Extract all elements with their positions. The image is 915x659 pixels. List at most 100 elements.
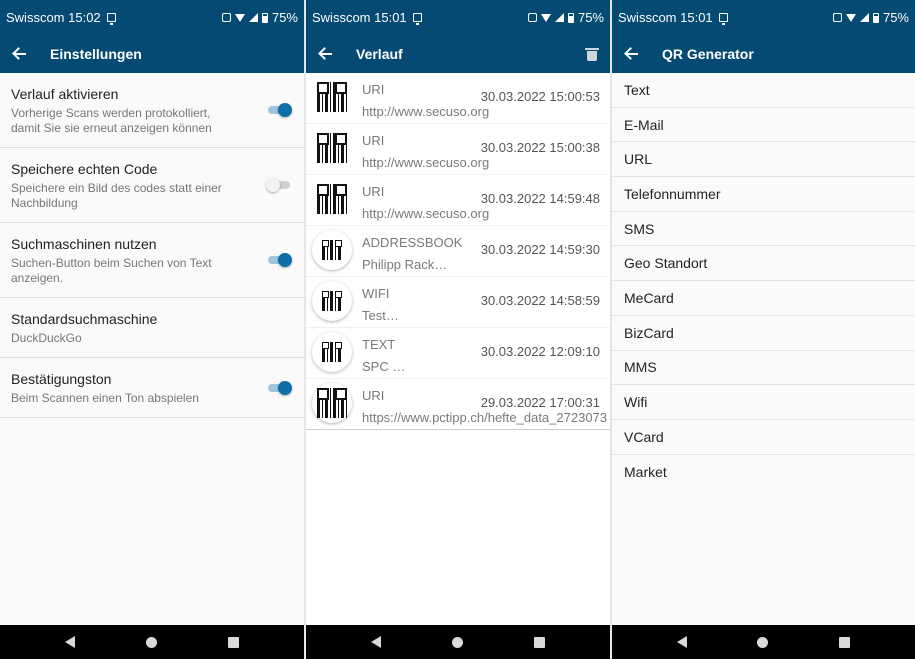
- nav-back-icon[interactable]: [65, 636, 76, 648]
- history-list: URI 30.03.2022 15:00:53 http://www.secus…: [306, 73, 610, 430]
- history-item[interactable]: TEXT 30.03.2022 12:09:10 SPC …: [306, 328, 610, 379]
- generator-item-wifi[interactable]: Wifi: [612, 385, 915, 420]
- history-type: WIFI: [362, 286, 390, 301]
- setting-confirmation-sound[interactable]: Bestätigungston Beim Scannen einen Ton a…: [0, 358, 304, 418]
- back-arrow-icon[interactable]: [318, 46, 334, 62]
- signal-icon: [859, 13, 869, 22]
- page-title: QR Generator: [662, 46, 754, 62]
- app-bar: Einstellungen: [0, 35, 304, 73]
- setting-title: Speichere echten Code: [11, 161, 158, 177]
- generator-item-sms[interactable]: SMS: [612, 212, 915, 247]
- setting-save-real-code[interactable]: Speichere echten Code Speichere ein Bild…: [0, 148, 304, 223]
- screenshot-collage: Swisscom 15:02 75% Einstellungen Verlauf…: [0, 0, 915, 659]
- qr-code-icon: [312, 332, 352, 372]
- generator-item-bizcard[interactable]: BizCard: [612, 316, 915, 351]
- nav-home-icon[interactable]: [451, 636, 463, 648]
- history-date: 30.03.2022 14:59:30: [480, 242, 600, 257]
- setting-title: Bestätigungston: [11, 371, 112, 387]
- history-item[interactable]: URI 30.03.2022 15:00:38 http://www.secus…: [306, 124, 610, 175]
- navigation-bar: [0, 625, 304, 659]
- nav-home-icon[interactable]: [757, 636, 769, 648]
- history-type: URI: [362, 133, 385, 148]
- settings-list: Verlauf aktivieren Vorherige Scans werde…: [0, 73, 304, 418]
- history-date: 30.03.2022 14:59:48: [480, 191, 600, 206]
- history-item[interactable]: URI 30.03.2022 14:59:48 http://www.secus…: [306, 175, 610, 226]
- setting-history-enable[interactable]: Verlauf aktivieren Vorherige Scans werde…: [0, 73, 304, 148]
- setting-default-search-engine[interactable]: Standardsuchmaschine DuckDuckGo: [0, 298, 304, 358]
- navigation-bar: [306, 625, 610, 659]
- battery-percent: 75%: [577, 10, 604, 25]
- generator-item-geo[interactable]: Geo Standort: [612, 246, 915, 282]
- nfc-icon: [832, 13, 842, 22]
- system-icons: 75%: [221, 10, 298, 25]
- history-content: Test…: [362, 308, 399, 323]
- nav-recents-icon[interactable]: [533, 636, 545, 648]
- battery-percent: 75%: [882, 10, 909, 25]
- navigation-bar: [612, 625, 915, 659]
- history-date: 30.03.2022 14:58:59: [480, 293, 600, 308]
- battery-icon: [261, 12, 268, 23]
- qr-code-icon: [312, 128, 352, 168]
- generator-list: Text E-Mail URL Telefonnummer SMS Geo St…: [612, 73, 915, 489]
- back-arrow-icon[interactable]: [624, 46, 640, 62]
- history-item[interactable]: URI 29.03.2022 17:00:31 https://www.pcti…: [306, 379, 610, 430]
- history-content: http://www.secuso.org: [362, 155, 490, 170]
- nav-recents-icon[interactable]: [838, 636, 850, 648]
- history-content: SPC …: [362, 359, 406, 374]
- system-icons: 75%: [527, 10, 604, 25]
- history-type: ADDRESSBOOK: [362, 235, 463, 250]
- history-date: 30.03.2022 15:00:53: [480, 89, 600, 104]
- generator-item-text[interactable]: Text: [612, 73, 915, 108]
- notification-icon: [718, 13, 728, 25]
- app-bar: QR Generator: [612, 35, 915, 73]
- nav-back-icon[interactable]: [371, 636, 382, 648]
- history-content: http://www.secuso.org: [362, 104, 490, 119]
- search-engines-toggle[interactable]: [268, 253, 292, 267]
- generator-item-mms[interactable]: MMS: [612, 351, 915, 386]
- notification-icon: [106, 13, 116, 25]
- generator-item-phone[interactable]: Telefonnummer: [612, 177, 915, 212]
- save-real-code-toggle[interactable]: [266, 178, 290, 192]
- qr-code-icon: [312, 77, 352, 117]
- setting-summary: Speichere ein Bild des codes statt einer…: [11, 181, 222, 210]
- history-type: URI: [362, 82, 385, 97]
- generator-item-market[interactable]: Market: [612, 455, 915, 490]
- nav-back-icon[interactable]: [677, 636, 688, 648]
- settings-screen: Swisscom 15:02 75% Einstellungen Verlauf…: [0, 0, 304, 659]
- setting-title: Verlauf aktivieren: [11, 86, 119, 102]
- wifi-icon: [540, 13, 551, 22]
- wifi-icon: [234, 13, 245, 22]
- nav-recents-icon[interactable]: [227, 636, 239, 648]
- generator-item-vcard[interactable]: VCard: [612, 420, 915, 455]
- nfc-icon: [527, 13, 537, 22]
- history-item[interactable]: WIFI 30.03.2022 14:58:59 Test…: [306, 277, 610, 328]
- history-date: 30.03.2022 12:09:10: [480, 344, 600, 359]
- status-carrier-time: Swisscom 15:01: [618, 10, 713, 25]
- history-type: URI: [362, 184, 385, 199]
- status-carrier-time: Swisscom 15:02: [6, 10, 101, 25]
- qr-code-icon: [312, 230, 352, 270]
- trash-icon[interactable]: [585, 47, 599, 61]
- history-content: http://www.secuso.org: [362, 206, 490, 221]
- setting-title: Suchmaschinen nutzen: [11, 236, 157, 252]
- back-arrow-icon[interactable]: [12, 46, 28, 62]
- nav-home-icon[interactable]: [145, 636, 157, 648]
- history-date: 30.03.2022 15:00:38: [480, 140, 600, 155]
- history-date: 29.03.2022 17:00:31: [480, 395, 600, 410]
- history-item[interactable]: ADDRESSBOOK 30.03.2022 14:59:30 Philipp …: [306, 226, 610, 277]
- status-bar: Swisscom 15:01 75%: [612, 0, 915, 35]
- wifi-icon: [845, 13, 856, 22]
- generator-item-email[interactable]: E-Mail: [612, 108, 915, 143]
- history-content: https://www.pctipp.ch/hefte_data_2723073: [362, 410, 608, 425]
- generator-item-mecard[interactable]: MeCard: [612, 281, 915, 316]
- history-toggle[interactable]: [268, 103, 292, 117]
- battery-percent: 75%: [271, 10, 298, 25]
- history-item[interactable]: URI 30.03.2022 15:00:53 http://www.secus…: [306, 73, 610, 124]
- confirmation-sound-toggle[interactable]: [268, 380, 292, 395]
- generator-item-url[interactable]: URL: [612, 142, 915, 178]
- history-type: TEXT: [362, 337, 396, 352]
- signal-icon: [248, 13, 258, 22]
- setting-summary: Vorherige Scans werden protokolliert, da…: [11, 106, 212, 135]
- setting-use-search-engines[interactable]: Suchmaschinen nutzen Suchen-Button beim …: [0, 223, 304, 298]
- qr-code-icon: [312, 281, 352, 321]
